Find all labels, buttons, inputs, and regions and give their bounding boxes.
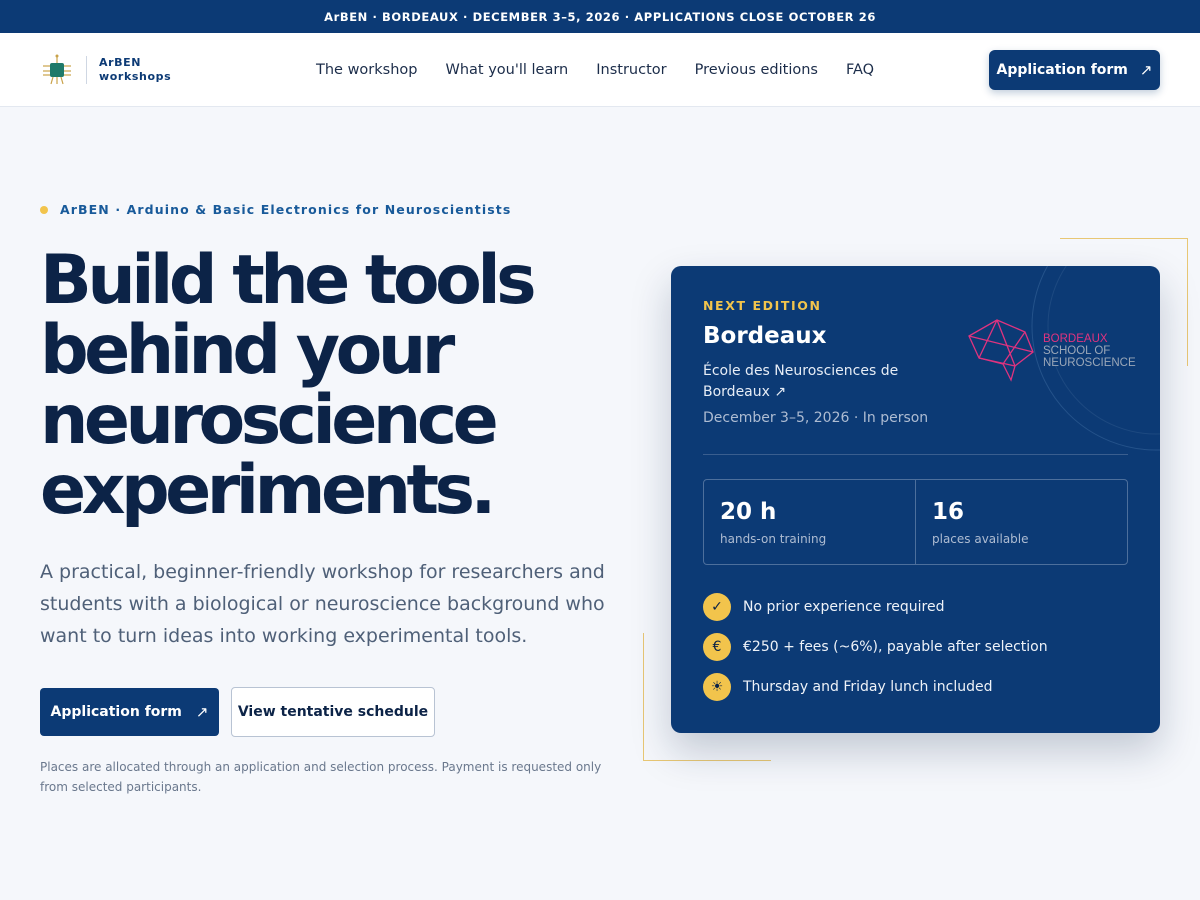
- application-form-button[interactable]: Application form ↗: [40, 688, 219, 736]
- feature-text: Thursday and Friday lunch included: [743, 679, 993, 695]
- eyebrow-dot-icon: [40, 205, 48, 214]
- card-city: Bordeaux: [703, 323, 827, 349]
- chip-icon: [43, 54, 71, 84]
- feature-item: € €250 + fees (~6%), payable after selec…: [703, 633, 1048, 661]
- feature-item: ☀ Thursday and Friday lunch included: [703, 673, 1048, 701]
- nav-item-workshop[interactable]: The workshop: [316, 62, 418, 78]
- stat-value: 16: [932, 499, 965, 525]
- next-edition-card: NEXT EDITION Bordeaux École des Neurosci…: [671, 266, 1160, 733]
- headline-line: Build the tools: [40, 241, 537, 320]
- stats-panel: 20 h hands-on training 16 places availab…: [703, 479, 1128, 565]
- brand-name: ArBEN workshops: [99, 56, 171, 84]
- brand-divider: [86, 55, 87, 84]
- main-nav: The workshop What you'll learn Instructo…: [316, 33, 874, 107]
- headline-line: behind your: [40, 311, 455, 390]
- euro-icon: €: [703, 633, 731, 661]
- hero-description: A practical, beginner-friendly workshop …: [40, 561, 605, 647]
- site-header: ArBEN workshops The workshop What you'll…: [0, 33, 1200, 107]
- card-dates: December 3–5, 2026 · In person: [703, 410, 929, 426]
- hero-eyebrow: ArBEN · Arduino & Basic Electronics for …: [40, 202, 511, 217]
- sun-icon: ☀: [703, 673, 731, 701]
- nav-item-instructor[interactable]: Instructor: [596, 62, 666, 78]
- view-schedule-button[interactable]: View tentative schedule: [231, 687, 435, 737]
- feature-text: €250 + fees (~6%), payable after selecti…: [743, 639, 1048, 655]
- header-application-button[interactable]: Application form ↗: [989, 50, 1160, 90]
- logo-line1: BORDEAUX: [1043, 333, 1108, 345]
- header-application-label: Application form: [996, 62, 1128, 78]
- stat-value: 20 h: [720, 499, 777, 525]
- logo-line2: SCHOOL OF: [1043, 345, 1110, 357]
- card-divider: [703, 454, 1128, 455]
- stat-label: places available: [932, 532, 1029, 546]
- bordeaux-school-logo[interactable]: BORDEAUX SCHOOL OF NEUROSCIENCE: [967, 318, 1137, 384]
- brain-icon: [968, 319, 1034, 382]
- nav-item-what-youll-learn[interactable]: What you'll learn: [446, 62, 569, 78]
- nav-item-previous-editions[interactable]: Previous editions: [695, 62, 818, 78]
- stat-places: 16 places available: [915, 480, 1127, 564]
- check-icon: ✓: [703, 593, 731, 621]
- eyebrow-text: ArBEN · Arduino & Basic Electronics for …: [60, 202, 512, 217]
- headline-line: experiments.: [40, 451, 496, 530]
- hero-headline: Build the tools behind your neuroscience…: [40, 246, 640, 526]
- brand-line2: workshops: [99, 69, 172, 83]
- nav-item-faq[interactable]: FAQ: [846, 62, 874, 78]
- hero-actions: Application form ↗ View tentative schedu…: [40, 687, 435, 737]
- brand-line1: ArBEN: [99, 55, 142, 69]
- external-link-icon: ↗: [195, 703, 209, 721]
- external-link-icon: ↗: [1139, 61, 1153, 79]
- selection-note: Places are allocated through an applicat…: [40, 760, 602, 794]
- stat-label: hands-on training: [720, 532, 827, 546]
- feature-list: ✓ No prior experience required € €250 + …: [703, 593, 1048, 713]
- announcement-bar: ArBEN · BORDEAUX · DECEMBER 3–5, 2026 · …: [0, 0, 1200, 33]
- logo-line3: NEUROSCIENCE: [1043, 357, 1136, 369]
- brand-logo[interactable]: ArBEN workshops: [40, 53, 171, 87]
- application-form-label: Application form: [50, 704, 182, 720]
- headline-line: neuroscience: [40, 381, 499, 460]
- announcement-text: ArBEN · BORDEAUX · DECEMBER 3–5, 2026 · …: [324, 9, 876, 24]
- venue-link[interactable]: École des Neurosciences de Bordeaux ↗: [703, 361, 913, 403]
- feature-text: No prior experience required: [743, 599, 945, 615]
- view-schedule-label: View tentative schedule: [237, 704, 429, 720]
- card-eyebrow: NEXT EDITION: [703, 298, 822, 313]
- stat-hours: 20 h hands-on training: [704, 480, 915, 564]
- feature-item: ✓ No prior experience required: [703, 593, 1048, 621]
